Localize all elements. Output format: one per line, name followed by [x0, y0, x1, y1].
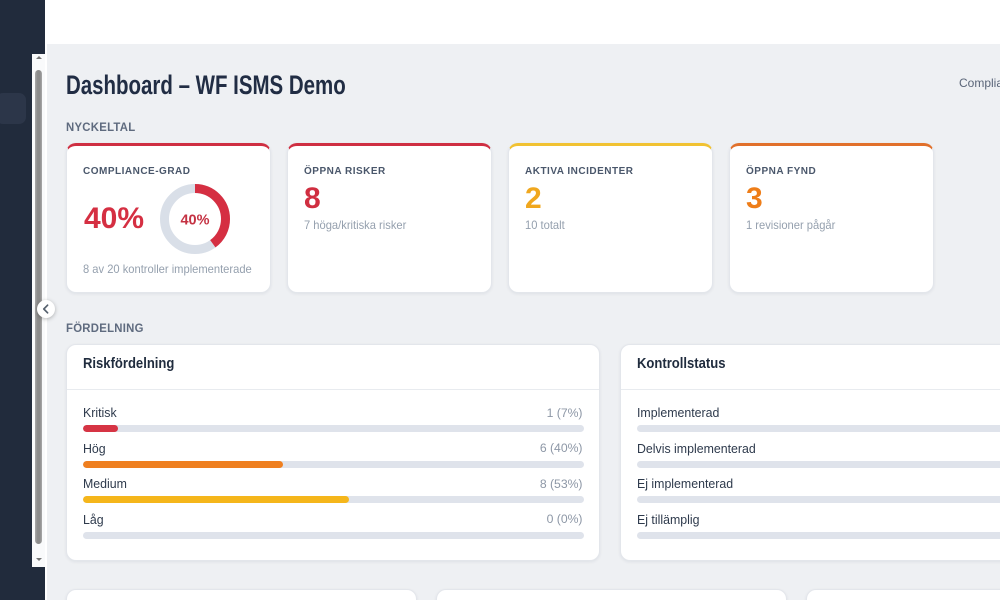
svg-text:40%: 40%: [180, 212, 209, 228]
